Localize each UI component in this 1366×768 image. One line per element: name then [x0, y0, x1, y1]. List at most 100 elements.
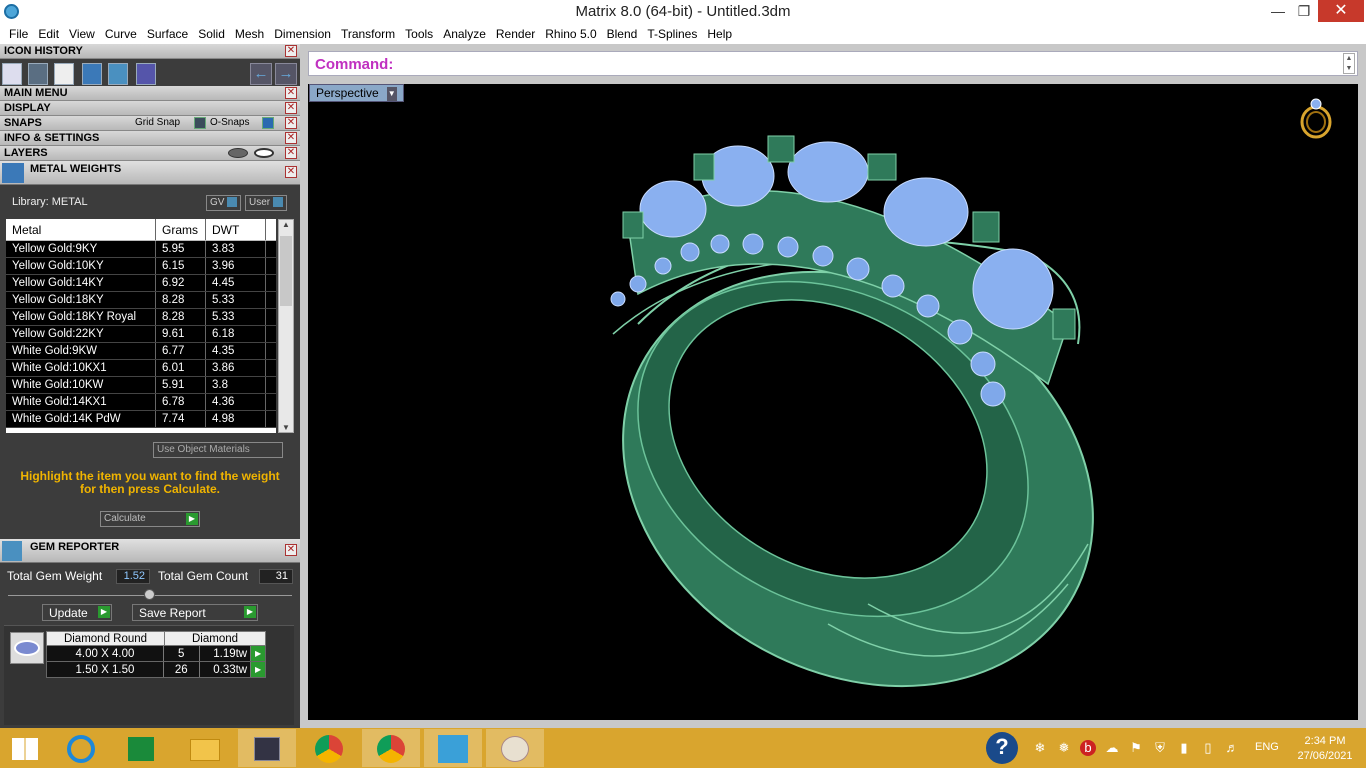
matrix-taskbar-icon[interactable]: [238, 729, 296, 767]
menu-render[interactable]: Render: [491, 24, 540, 44]
menu-transform[interactable]: Transform: [336, 24, 400, 44]
update-button[interactable]: Update ▶: [42, 604, 112, 621]
layer-tool-icon[interactable]: [108, 63, 128, 85]
table-row[interactable]: White Gold:10KX1 6.01 3.86: [6, 360, 276, 377]
table-row[interactable]: Yellow Gold:9KY 5.95 3.83: [6, 241, 276, 258]
menu-mesh[interactable]: Mesh: [230, 24, 269, 44]
menu-tools[interactable]: Tools: [400, 24, 438, 44]
table-row[interactable]: 4.00 X 4.00 5 1.19tw ▶: [46, 646, 266, 662]
clock[interactable]: 2:34 PM 27/06/2021: [1290, 734, 1360, 764]
save-icon[interactable]: [2, 63, 22, 85]
column-metal[interactable]: Metal: [6, 219, 156, 240]
table-row[interactable]: Yellow Gold:14KY 6.92 4.45: [6, 275, 276, 292]
menu-curve[interactable]: Curve: [100, 24, 142, 44]
table-row[interactable]: 1.50 X 1.50 26 0.33tw ▶: [46, 662, 266, 678]
play-tool-icon[interactable]: [136, 63, 156, 85]
table-row[interactable]: White Gold:14K PdW 7.74 4.98: [6, 411, 276, 428]
menu-blend[interactable]: Blend: [602, 24, 643, 44]
menu-analyze[interactable]: Analyze: [438, 24, 491, 44]
transform-icon[interactable]: [28, 63, 48, 85]
table-row[interactable]: Yellow Gold:18KY Royal 8.28 5.33: [6, 309, 276, 326]
calculate-button[interactable]: Calculate ▶: [100, 511, 200, 527]
close-icon[interactable]: ✕: [285, 166, 297, 178]
menu-rhino5[interactable]: Rhino 5.0: [540, 24, 601, 44]
close-icon[interactable]: ✕: [285, 117, 297, 129]
menu-help[interactable]: Help: [702, 24, 737, 44]
user-button[interactable]: User: [245, 195, 288, 211]
language-indicator[interactable]: ENG: [1255, 741, 1279, 753]
menu-tsplines[interactable]: T-Splines: [642, 24, 702, 44]
perspective-viewport[interactable]: [308, 84, 1358, 720]
command-input[interactable]: [404, 55, 1334, 73]
use-object-materials-toggle[interactable]: Use Object Materials: [153, 442, 283, 458]
close-button[interactable]: ✕: [1318, 0, 1364, 22]
command-history-spinner[interactable]: ▲ ▼: [1343, 53, 1355, 74]
metal-table-scrollbar[interactable]: ▲ ▼: [278, 219, 294, 433]
close-icon[interactable]: ✕: [285, 87, 297, 99]
shield-icon[interactable]: ⛨: [1152, 740, 1168, 756]
back-arrow-icon[interactable]: ←: [250, 63, 272, 85]
column-grams[interactable]: Grams: [156, 219, 206, 240]
menu-view[interactable]: View: [64, 24, 100, 44]
gem-slider-knob[interactable]: [144, 589, 155, 600]
o-snaps-toggle[interactable]: [262, 117, 274, 129]
volume-icon[interactable]: ♬: [1224, 740, 1240, 756]
main-menu-header[interactable]: MAIN MENU ✕: [0, 86, 300, 101]
close-icon[interactable]: ✕: [285, 147, 297, 159]
chrome-icon[interactable]: [362, 729, 420, 767]
layers-header[interactable]: LAYERS ✕: [0, 146, 300, 161]
snaps-header[interactable]: SNAPS Grid Snap O-Snaps ✕: [0, 116, 300, 131]
select-gem-button[interactable]: ▶: [251, 662, 265, 677]
store-icon[interactable]: [112, 729, 170, 767]
restore-button[interactable]: ❐: [1291, 0, 1317, 22]
display-header[interactable]: DISPLAY ✕: [0, 101, 300, 116]
chrome-icon[interactable]: [300, 729, 358, 767]
help-icon[interactable]: ?: [986, 732, 1018, 764]
layer-lock-icon[interactable]: [228, 148, 248, 158]
close-icon[interactable]: ✕: [285, 102, 297, 114]
viewport-tab[interactable]: Perspective ▼: [309, 84, 404, 102]
save-report-button[interactable]: Save Report ▶: [132, 604, 258, 621]
table-row[interactable]: Yellow Gold:10KY 6.15 3.96: [6, 258, 276, 275]
table-row[interactable]: White Gold:9KW 6.77 4.35: [6, 343, 276, 360]
gem-tool-icon[interactable]: [82, 63, 102, 85]
table-row[interactable]: White Gold:14KX1 6.78 4.36: [6, 394, 276, 411]
close-icon[interactable]: ✕: [285, 544, 297, 556]
cloud-icon[interactable]: ☁: [1104, 740, 1120, 756]
close-icon[interactable]: ✕: [285, 45, 297, 57]
minimize-button[interactable]: —: [1265, 0, 1291, 22]
icon-history-header[interactable]: ICON HISTORY ✕: [0, 44, 300, 59]
signal-icon[interactable]: ▮: [1176, 740, 1192, 756]
start-button[interactable]: [0, 729, 58, 767]
table-row[interactable]: Yellow Gold:18KY 8.28 5.33: [6, 292, 276, 309]
menu-dimension[interactable]: Dimension: [269, 24, 336, 44]
file-explorer-icon[interactable]: [176, 729, 234, 767]
select-gem-button[interactable]: ▶: [251, 646, 265, 661]
paint-icon[interactable]: [486, 729, 544, 767]
table-row[interactable]: Yellow Gold:22KY 9.61 6.18: [6, 326, 276, 343]
chevron-down-icon[interactable]: ▼: [386, 86, 397, 101]
scroll-down-icon[interactable]: ▼: [279, 423, 293, 432]
v8-app-icon[interactable]: [424, 729, 482, 767]
info-settings-header[interactable]: INFO & SETTINGS ✕: [0, 131, 300, 146]
internet-explorer-icon[interactable]: [52, 729, 110, 767]
table-row[interactable]: White Gold:10KW 5.91 3.8: [6, 377, 276, 394]
menu-solid[interactable]: Solid: [193, 24, 230, 44]
menu-file[interactable]: File: [4, 24, 33, 44]
scroll-up-icon[interactable]: ▲: [279, 220, 293, 229]
close-icon[interactable]: ✕: [285, 132, 297, 144]
scroll-thumb[interactable]: [280, 236, 292, 306]
document-icon[interactable]: [54, 63, 74, 85]
forward-arrow-icon[interactable]: →: [275, 63, 297, 85]
column-dwt[interactable]: DWT: [206, 219, 266, 240]
ring-orientation-icon[interactable]: [1298, 96, 1334, 140]
beats-icon[interactable]: b: [1080, 740, 1096, 756]
flag-icon[interactable]: ⚑: [1128, 740, 1144, 756]
gv-button[interactable]: GV: [206, 195, 242, 211]
battery-icon[interactable]: ▯: [1200, 740, 1216, 756]
grid-snap-toggle[interactable]: [194, 117, 206, 129]
menu-surface[interactable]: Surface: [142, 24, 193, 44]
menu-edit[interactable]: Edit: [33, 24, 64, 44]
eye-icon[interactable]: [254, 148, 274, 158]
tray-app-icon[interactable]: ❄: [1032, 740, 1048, 756]
